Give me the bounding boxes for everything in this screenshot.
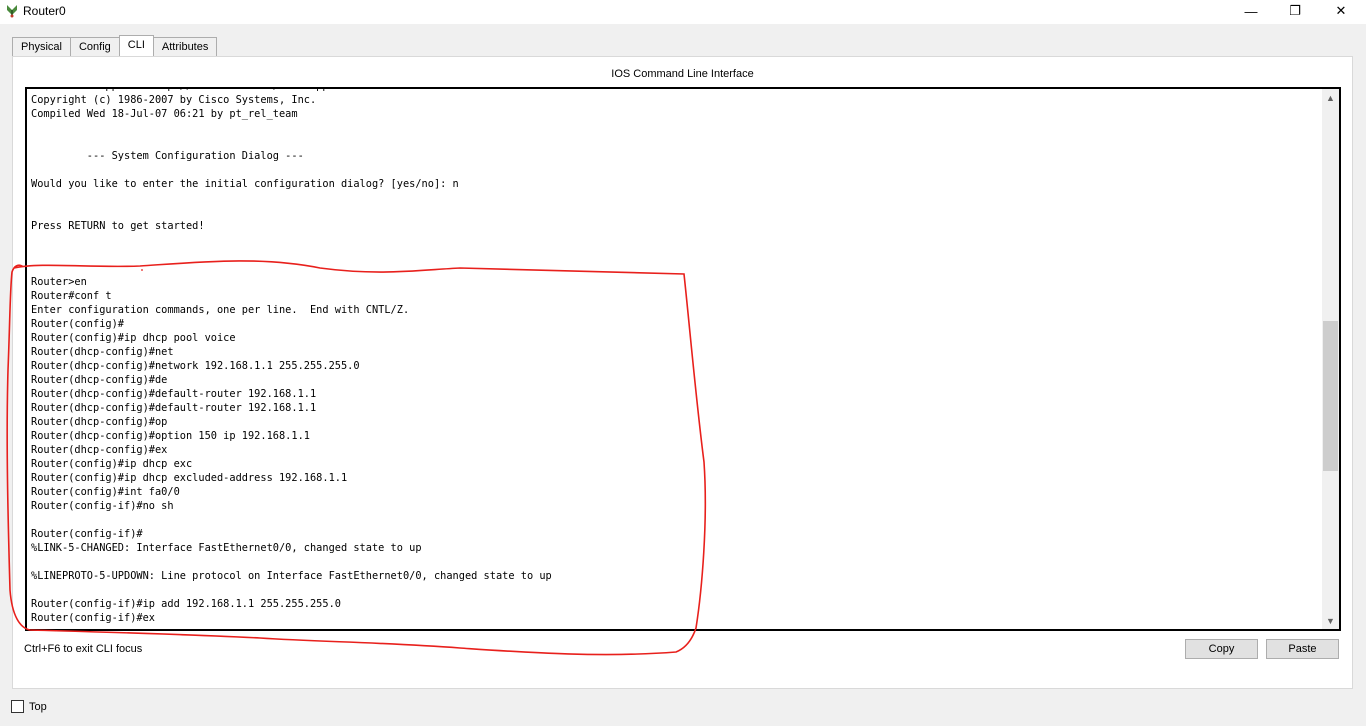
minimize-button[interactable]: — (1228, 0, 1274, 22)
tab-config[interactable]: Config (69, 37, 120, 56)
copy-button[interactable]: Copy (1185, 639, 1258, 659)
console-output[interactable]: Technical Support: http://www.cisco.com/… (31, 89, 552, 625)
minimize-icon: — (1244, 3, 1258, 19)
chevron-up-icon: ▲ (1326, 92, 1335, 103)
panel-title: IOS Command Line Interface (611, 68, 754, 80)
top-checkbox-label: Top (29, 700, 47, 713)
close-icon: ✕ (1335, 3, 1347, 18)
exit-focus-hint: Ctrl+F6 to exit CLI focus (24, 643, 143, 655)
tab-physical[interactable]: Physical (12, 37, 71, 56)
top-checkbox[interactable] (11, 700, 24, 713)
console-scrollbar[interactable]: ▲ ▼ (1322, 89, 1339, 629)
router-window: Router0 — ❐ ✕ Physical Config CLI Attrib… (0, 0, 1366, 726)
router-app-icon (7, 5, 17, 18)
cli-console[interactable]: Technical Support: http://www.cisco.com/… (25, 87, 1341, 631)
top-checkbox-row[interactable]: Top (11, 700, 47, 713)
restore-button[interactable]: ❐ (1272, 0, 1318, 22)
chevron-down-icon: ▼ (1326, 615, 1335, 626)
restore-icon: ❐ (1289, 3, 1301, 18)
tab-cli[interactable]: CLI (118, 35, 154, 56)
cli-panel: IOS Command Line Interface Technical Sup… (12, 56, 1353, 689)
window-title: Router0 (23, 4, 66, 18)
scroll-thumb[interactable] (1323, 321, 1338, 471)
paste-button[interactable]: Paste (1266, 639, 1339, 659)
scroll-down-button[interactable]: ▼ (1322, 612, 1339, 629)
close-button[interactable]: ✕ (1318, 0, 1364, 22)
tab-attributes[interactable]: Attributes (152, 37, 218, 56)
tab-bar: Physical Config CLI Attributes (12, 35, 218, 56)
scroll-up-button[interactable]: ▲ (1322, 89, 1339, 106)
title-bar: Router0 — ❐ ✕ (0, 0, 1366, 24)
